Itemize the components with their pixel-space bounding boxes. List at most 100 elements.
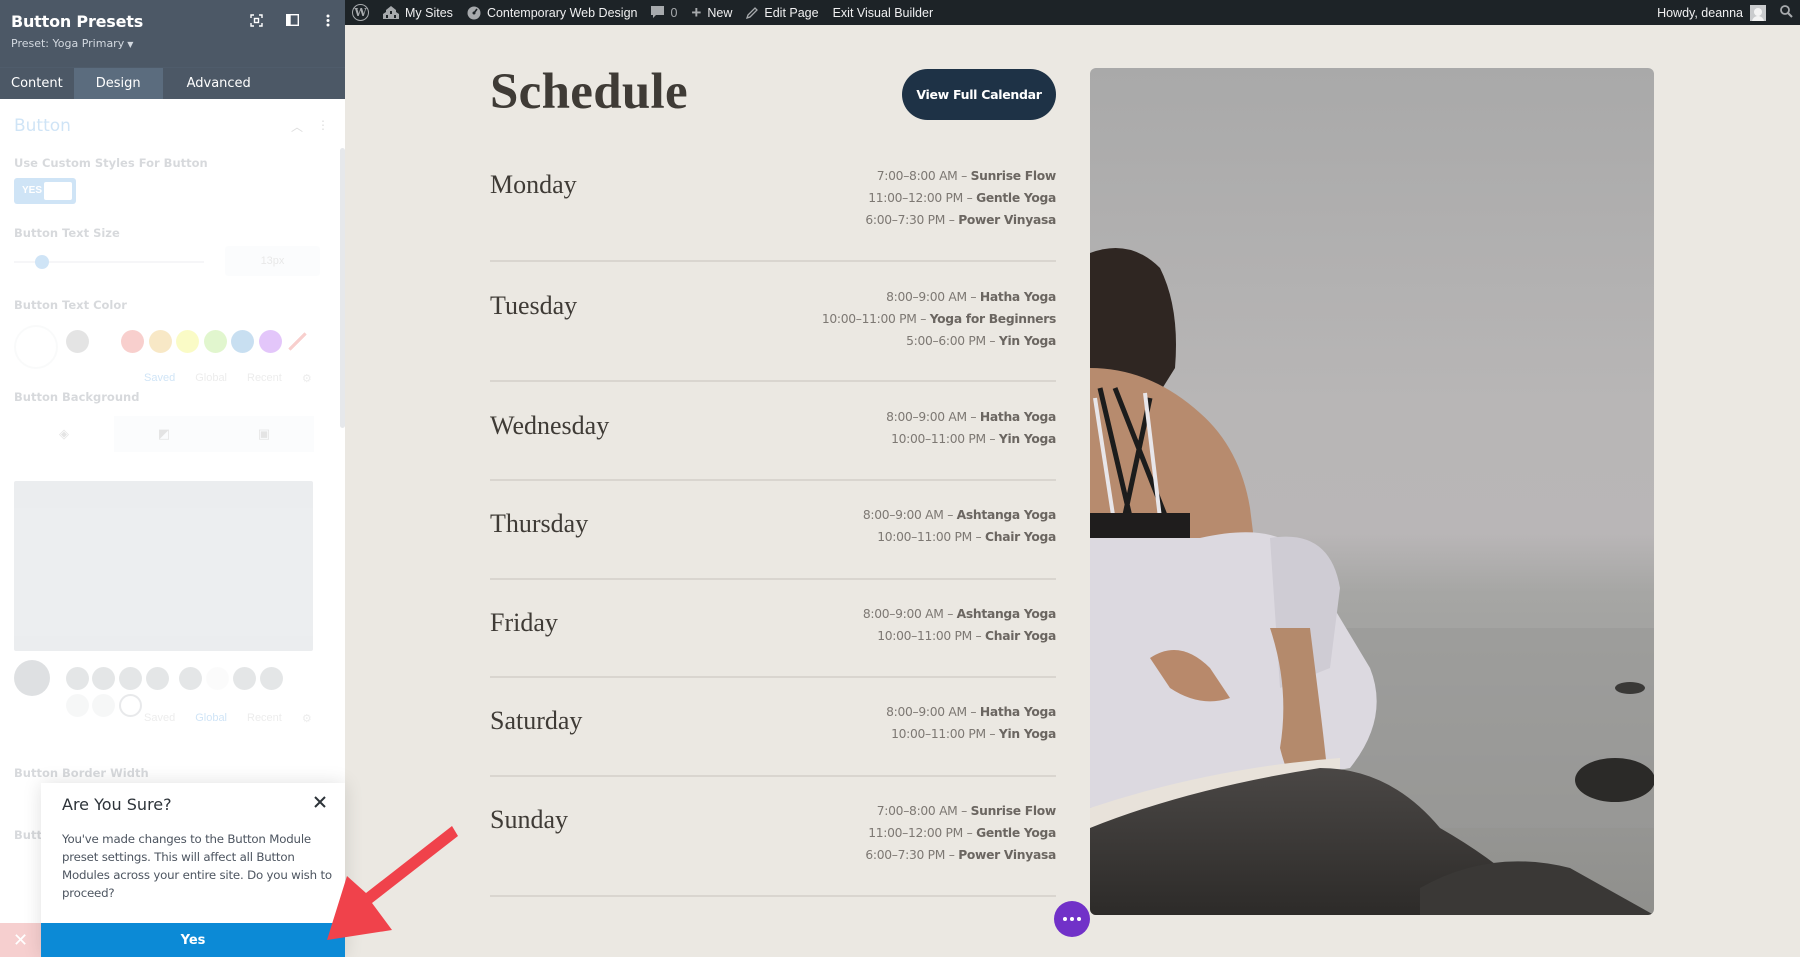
global-color-swatch[interactable] bbox=[146, 667, 169, 690]
close-icon[interactable] bbox=[313, 795, 329, 811]
section-title-button[interactable]: Button bbox=[14, 116, 71, 136]
bg-color-tab-global[interactable]: Global bbox=[195, 712, 227, 725]
wordpress-menu[interactable]: W bbox=[345, 0, 376, 25]
divider bbox=[490, 775, 1056, 777]
text-color-label: Button Text Color bbox=[14, 298, 127, 312]
more-options-fab[interactable] bbox=[1054, 901, 1090, 937]
color-swatch[interactable] bbox=[203, 330, 227, 353]
global-color-swatch[interactable] bbox=[119, 667, 142, 690]
eyedropper-icon[interactable] bbox=[14, 660, 50, 696]
layout-icon[interactable] bbox=[285, 13, 299, 27]
class-separator: – bbox=[966, 705, 980, 719]
focus-icon[interactable] bbox=[249, 13, 263, 27]
global-color-swatch[interactable] bbox=[260, 667, 283, 690]
class-name: Power Vinyasa bbox=[958, 848, 1056, 862]
color-swatch[interactable] bbox=[93, 330, 117, 353]
class-separator: – bbox=[943, 607, 957, 621]
bg-color-tab-saved[interactable]: Saved bbox=[144, 712, 175, 725]
more-vertical-icon[interactable] bbox=[321, 13, 335, 27]
image-icon[interactable]: ▣ bbox=[214, 416, 314, 452]
yoga-photo-image bbox=[1090, 68, 1654, 915]
more-vertical-icon[interactable]: ⋮ bbox=[317, 118, 329, 135]
toggle-text: YES bbox=[22, 185, 43, 196]
class-name: Gentle Yoga bbox=[976, 826, 1056, 840]
color-swatch[interactable] bbox=[148, 330, 172, 353]
preset-selector[interactable]: Preset: Yoga Primary ▼ bbox=[11, 37, 334, 50]
class-time: 10:00–11:00 PM bbox=[821, 312, 917, 326]
user-account-menu[interactable]: Howdy, deanna bbox=[1650, 0, 1773, 25]
global-color-swatch[interactable] bbox=[92, 667, 115, 690]
edit-page-link[interactable]: Edit Page bbox=[739, 0, 825, 25]
class-entry: 10:00–11:00 PM – Yoga for Beginners bbox=[822, 308, 1056, 330]
color-swatch[interactable] bbox=[258, 330, 282, 353]
paint-bucket-icon[interactable]: ◈ bbox=[14, 416, 114, 452]
search-icon bbox=[1780, 4, 1793, 21]
current-color-swatch[interactable] bbox=[14, 325, 58, 369]
new-content-link[interactable]: + New bbox=[684, 0, 739, 25]
global-color-swatch[interactable] bbox=[92, 694, 115, 717]
class-separator: – bbox=[962, 826, 977, 840]
custom-styles-label: Use Custom Styles For Button bbox=[14, 156, 208, 170]
view-full-calendar-button[interactable]: View Full Calendar bbox=[902, 69, 1056, 120]
global-color-swatch[interactable] bbox=[66, 694, 89, 717]
class-list: 8:00–9:00 AM – Hatha Yoga 10:00–11:00 PM … bbox=[822, 286, 1056, 352]
tab-content[interactable]: Content bbox=[0, 68, 74, 99]
color-swatch[interactable] bbox=[176, 330, 199, 353]
color-tab-global[interactable]: Global bbox=[195, 372, 227, 385]
class-separator: – bbox=[985, 334, 999, 348]
day-name: Wednesday bbox=[490, 411, 610, 440]
class-entry: 11:00–12:00 PM – Gentle Yoga bbox=[865, 822, 1056, 844]
class-list: 8:00–9:00 AM – Hatha Yoga 10:00–11:00 PM … bbox=[886, 701, 1056, 745]
site-name-link[interactable]: Contemporary Web Design bbox=[460, 0, 645, 25]
color-swatch[interactable] bbox=[121, 330, 144, 353]
class-name: Gentle Yoga bbox=[976, 191, 1056, 205]
comments-link[interactable]: 0 bbox=[644, 0, 684, 25]
sidebar-tabs: Content Design Advanced bbox=[0, 67, 345, 99]
exit-visual-builder-label: Exit Visual Builder bbox=[832, 5, 934, 20]
gear-icon[interactable]: ⚙ bbox=[302, 712, 312, 725]
class-entry: 8:00–9:00 AM – Ashtanga Yoga bbox=[863, 603, 1056, 625]
confirm-yes-button[interactable]: Yes bbox=[41, 923, 345, 957]
tab-design[interactable]: Design bbox=[73, 68, 163, 99]
background-color-preview[interactable] bbox=[14, 481, 313, 651]
class-entry: 10:00–11:00 PM – Yin Yoga bbox=[886, 723, 1056, 745]
global-color-swatch[interactable] bbox=[206, 667, 229, 690]
class-entry: 6:00–7:30 PM – Power Vinyasa bbox=[865, 209, 1056, 231]
text-size-slider-handle[interactable] bbox=[35, 255, 49, 269]
class-list: 8:00–9:00 AM – Ashtanga Yoga 10:00–11:00 … bbox=[863, 603, 1056, 647]
gear-icon[interactable]: ⚙ bbox=[302, 372, 312, 385]
my-sites-link[interactable]: My Sites bbox=[376, 0, 460, 25]
sidebar-scrollbar[interactable] bbox=[340, 148, 345, 428]
divider bbox=[490, 676, 1056, 678]
add-color-icon[interactable] bbox=[119, 694, 142, 717]
exit-visual-builder-link[interactable]: Exit Visual Builder bbox=[826, 0, 941, 25]
class-entry: 8:00–9:00 AM – Hatha Yoga bbox=[822, 286, 1056, 308]
search-button[interactable] bbox=[1773, 0, 1800, 25]
divider bbox=[490, 895, 1056, 897]
custom-styles-toggle[interactable]: YES bbox=[14, 178, 76, 204]
close-icon: ✕ bbox=[12, 929, 29, 950]
color-tab-recent[interactable]: Recent bbox=[247, 372, 282, 385]
sidebar-header: Button Presets Preset: Yoga Primary ▼ bbox=[0, 0, 345, 67]
class-name: Hatha Yoga bbox=[979, 410, 1056, 424]
class-entry: 5:00–6:00 PM – Yin Yoga bbox=[822, 330, 1056, 352]
no-color-swatch[interactable] bbox=[286, 330, 309, 353]
class-time: 7:00–8:00 AM bbox=[876, 169, 958, 183]
color-swatch[interactable] bbox=[66, 330, 89, 353]
color-swatch[interactable] bbox=[231, 330, 254, 353]
dialog-message: You've made changes to the Button Module… bbox=[62, 832, 332, 900]
global-color-swatch[interactable] bbox=[66, 667, 89, 690]
discard-button[interactable]: ✕ bbox=[0, 923, 41, 957]
tab-advanced[interactable]: Advanced bbox=[163, 68, 262, 99]
class-entry: 8:00–9:00 AM – Ashtanga Yoga bbox=[863, 504, 1056, 526]
global-color-swatch[interactable] bbox=[233, 667, 256, 690]
text-size-input[interactable]: 13px bbox=[225, 246, 320, 276]
global-color-swatch[interactable] bbox=[179, 667, 202, 690]
gradient-icon[interactable]: ◩ bbox=[114, 416, 214, 452]
bg-color-tab-recent[interactable]: Recent bbox=[247, 712, 282, 725]
class-list: 7:00–8:00 AM – Sunrise Flow 11:00–12:00 P… bbox=[865, 800, 1056, 866]
page-canvas: Schedule View Full Calendar Monday 7:00–8… bbox=[345, 25, 1800, 957]
chevron-up-icon[interactable]: ︿ bbox=[291, 118, 303, 135]
color-tab-saved[interactable]: Saved bbox=[144, 372, 175, 385]
comment-icon bbox=[651, 6, 665, 19]
